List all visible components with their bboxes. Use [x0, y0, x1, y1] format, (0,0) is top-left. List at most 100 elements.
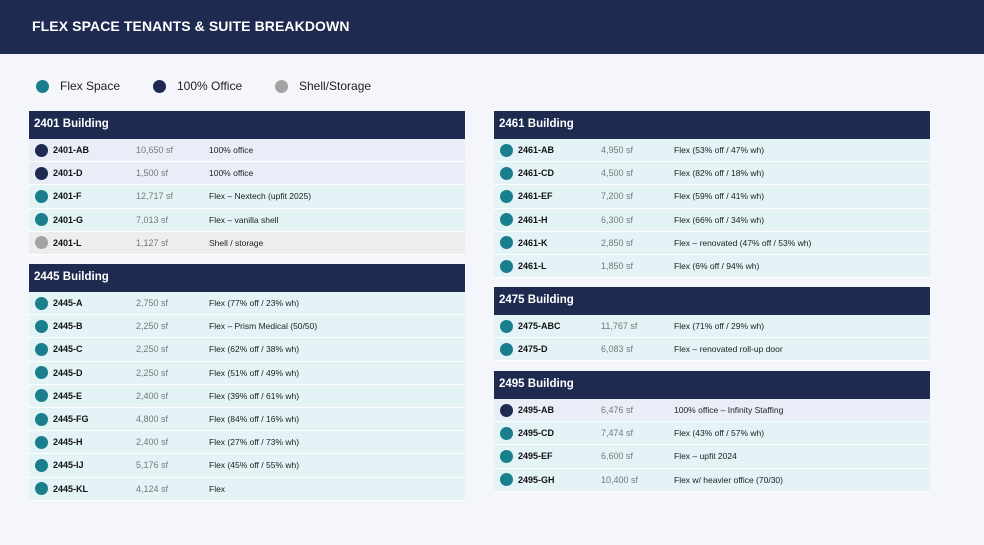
suite-description: Flex (39% off / 61% wh)	[209, 390, 300, 401]
suite-id: 2401-L	[53, 237, 82, 248]
suite-description: Flex (84% off / 16% wh)	[209, 414, 300, 425]
suite-row: 2461-AB 4,950 sf Flex (53% off / 47% wh)	[494, 139, 930, 163]
suite-row: 2461-K 2,850 sf Flex – renovated (47% off …	[494, 231, 930, 255]
flex-dot-icon	[35, 435, 48, 449]
legend-label: 100% Office	[177, 79, 243, 93]
suite-row: 2445-D 2,250 sf Flex (51% off / 49% wh)	[29, 361, 465, 385]
suite-row: 2401-F 12,717 sf Flex – Nextech (upfit 202…	[29, 185, 465, 209]
suite-size: 7,200 sf	[601, 191, 634, 202]
flex-dot-icon	[500, 319, 513, 333]
building-header: 2401 Building	[29, 111, 465, 139]
building-2461-section: 2461 Building 2461-AB 4,950 sf Flex (53% of…	[494, 111, 930, 279]
flex-dot-icon	[500, 259, 513, 273]
suite-description: Flex (27% off / 73% wh)	[209, 437, 300, 448]
suite-size: 7,474 sf	[601, 428, 634, 439]
suite-id: 2445-H	[53, 437, 83, 448]
suite-row: 2475-ABC 11,767 sf Flex (71% off / 29% wh)	[494, 315, 930, 339]
suite-description: 100% office – Infinity Staffing	[674, 405, 784, 416]
suite-id: 2461-CD	[518, 168, 555, 179]
suite-size: 4,124 sf	[136, 483, 169, 494]
suite-row: 2401-D 1,500 sf 100% office	[29, 162, 465, 186]
suite-id: 2445-D	[53, 367, 83, 378]
suite-size: 6,476 sf	[601, 405, 634, 416]
suite-size: 2,850 sf	[601, 237, 634, 248]
legend-item-shell: Shell/Storage	[275, 79, 371, 93]
legend-item-flex: Flex Space	[36, 79, 153, 93]
suite-size: 10,400 sf	[601, 474, 639, 485]
suite-size: 12,717 sf	[136, 191, 174, 202]
flex-dot-icon	[500, 189, 513, 203]
suite-row: 2445-H 2,400 sf Flex (27% off / 73% wh)	[29, 431, 465, 455]
building-2475-section: 2475 Building 2475-ABC 11,767 sf Flex (71% …	[494, 287, 930, 362]
suite-row: 2495-CD 7,474 sf Flex (43% off / 57% wh)	[494, 422, 930, 446]
suite-description: Flex	[209, 483, 226, 494]
suite-description: Flex – renovated roll-up door	[674, 344, 783, 355]
suite-size: 2,250 sf	[136, 321, 169, 332]
office-dot-icon	[35, 166, 48, 180]
suite-description: Flex (53% off / 47% wh)	[674, 145, 765, 156]
suite-description: Shell / storage	[209, 237, 264, 248]
legend-item-office: 100% Office	[153, 79, 275, 93]
suite-description: Flex – upfit 2024	[674, 451, 737, 462]
suite-description: Flex (6% off / 94% wh)	[674, 261, 760, 272]
flex-dot-icon	[35, 412, 48, 426]
flex-dot-icon	[500, 342, 513, 356]
suite-id: 2445-A	[53, 298, 83, 309]
suite-row: 2445-A 2,750 sf Flex (77% off / 23% wh)	[29, 292, 465, 316]
suite-id: 2461-L	[518, 261, 547, 272]
flex-dot-icon	[35, 319, 48, 333]
suite-size: 4,500 sf	[601, 168, 634, 179]
legend: Flex Space 100% Office Shell/Storage	[36, 77, 371, 95]
suite-size: 1,850 sf	[601, 261, 634, 272]
legend-label: Shell/Storage	[299, 79, 372, 93]
suite-size: 6,300 sf	[601, 214, 634, 225]
flex-dot-icon	[500, 166, 513, 180]
suite-id: 2495-EF	[518, 451, 553, 462]
flex-dot-icon	[36, 79, 49, 93]
suite-id: 2495-CD	[518, 428, 555, 439]
suite-size: 4,800 sf	[136, 414, 169, 425]
suite-size: 6,600 sf	[601, 451, 634, 462]
suite-size: 10,650 sf	[136, 145, 174, 156]
suite-description: Flex – Prism Medical (50/50)	[209, 321, 318, 332]
flex-dot-icon	[35, 342, 48, 356]
suite-row: 2495-EF 6,600 sf Flex – upfit 2024	[494, 445, 930, 469]
shell-dot-icon	[275, 79, 288, 93]
suite-row: 2401-G 7,013 sf Flex – vanilla shell	[29, 208, 465, 232]
suite-id: 2401-F	[53, 191, 82, 202]
suite-size: 7,013 sf	[136, 214, 169, 225]
suite-size: 1,127 sf	[136, 237, 169, 248]
building-header: 2495 Building	[494, 371, 930, 399]
suite-id: 2495-GH	[518, 474, 555, 485]
suite-size: 5,176 sf	[136, 460, 169, 471]
suite-row: 2461-EF 7,200 sf Flex (59% off / 41% wh)	[494, 185, 930, 209]
suite-row: 2445-FG 4,800 sf Flex (84% off / 16% wh)	[29, 407, 465, 432]
suite-row: 2445-E 2,400 sf Flex (39% off / 61% wh)	[29, 384, 465, 408]
building-2401-section: 2401 Building 2401-AB 10,650 sf 100% office…	[29, 111, 465, 255]
suite-size: 2,400 sf	[136, 390, 169, 401]
suite-id: 2445-C	[53, 344, 83, 355]
legend-label: Flex Space	[60, 79, 121, 93]
flex-dot-icon	[35, 482, 48, 496]
flex-dot-icon	[35, 189, 48, 203]
suite-row: 2461-L 1,850 sf Flex (6% off / 94% wh)	[494, 254, 930, 279]
page-title: FLEX SPACE TENANTS & SUITE BREAKDOWN	[32, 18, 350, 34]
suite-description: Flex – renovated (47% off / 53% wh)	[674, 237, 812, 248]
suite-description: Flex (71% off / 29% wh)	[674, 321, 765, 332]
suite-description: Flex (77% off / 23% wh)	[209, 298, 300, 309]
building-header: 2445 Building	[29, 264, 465, 292]
suite-description: Flex (82% off / 18% wh)	[674, 168, 765, 179]
suite-id: 2461-H	[518, 214, 548, 225]
suite-row: 2401-AB 10,650 sf 100% office	[29, 139, 465, 163]
suite-row: 2495-AB 6,476 sf 100% office – Infinity St…	[494, 399, 930, 423]
suite-description: Flex w/ heavier office (70/30)	[674, 474, 783, 485]
office-dot-icon	[500, 403, 513, 417]
suite-description: 100% office	[209, 145, 254, 156]
building-2445-section: 2445 Building 2445-A 2,750 sf Flex (77% off…	[29, 264, 465, 501]
suite-id: 2445-E	[53, 390, 83, 401]
flex-dot-icon	[500, 426, 513, 440]
office-dot-icon	[35, 143, 48, 157]
suite-row: 2445-B 2,250 sf Flex – Prism Medical (50/5…	[29, 315, 465, 339]
suite-size: 2,250 sf	[136, 367, 169, 378]
building-2495-section: 2495 Building 2495-AB 6,476 sf 100% office …	[494, 371, 930, 492]
